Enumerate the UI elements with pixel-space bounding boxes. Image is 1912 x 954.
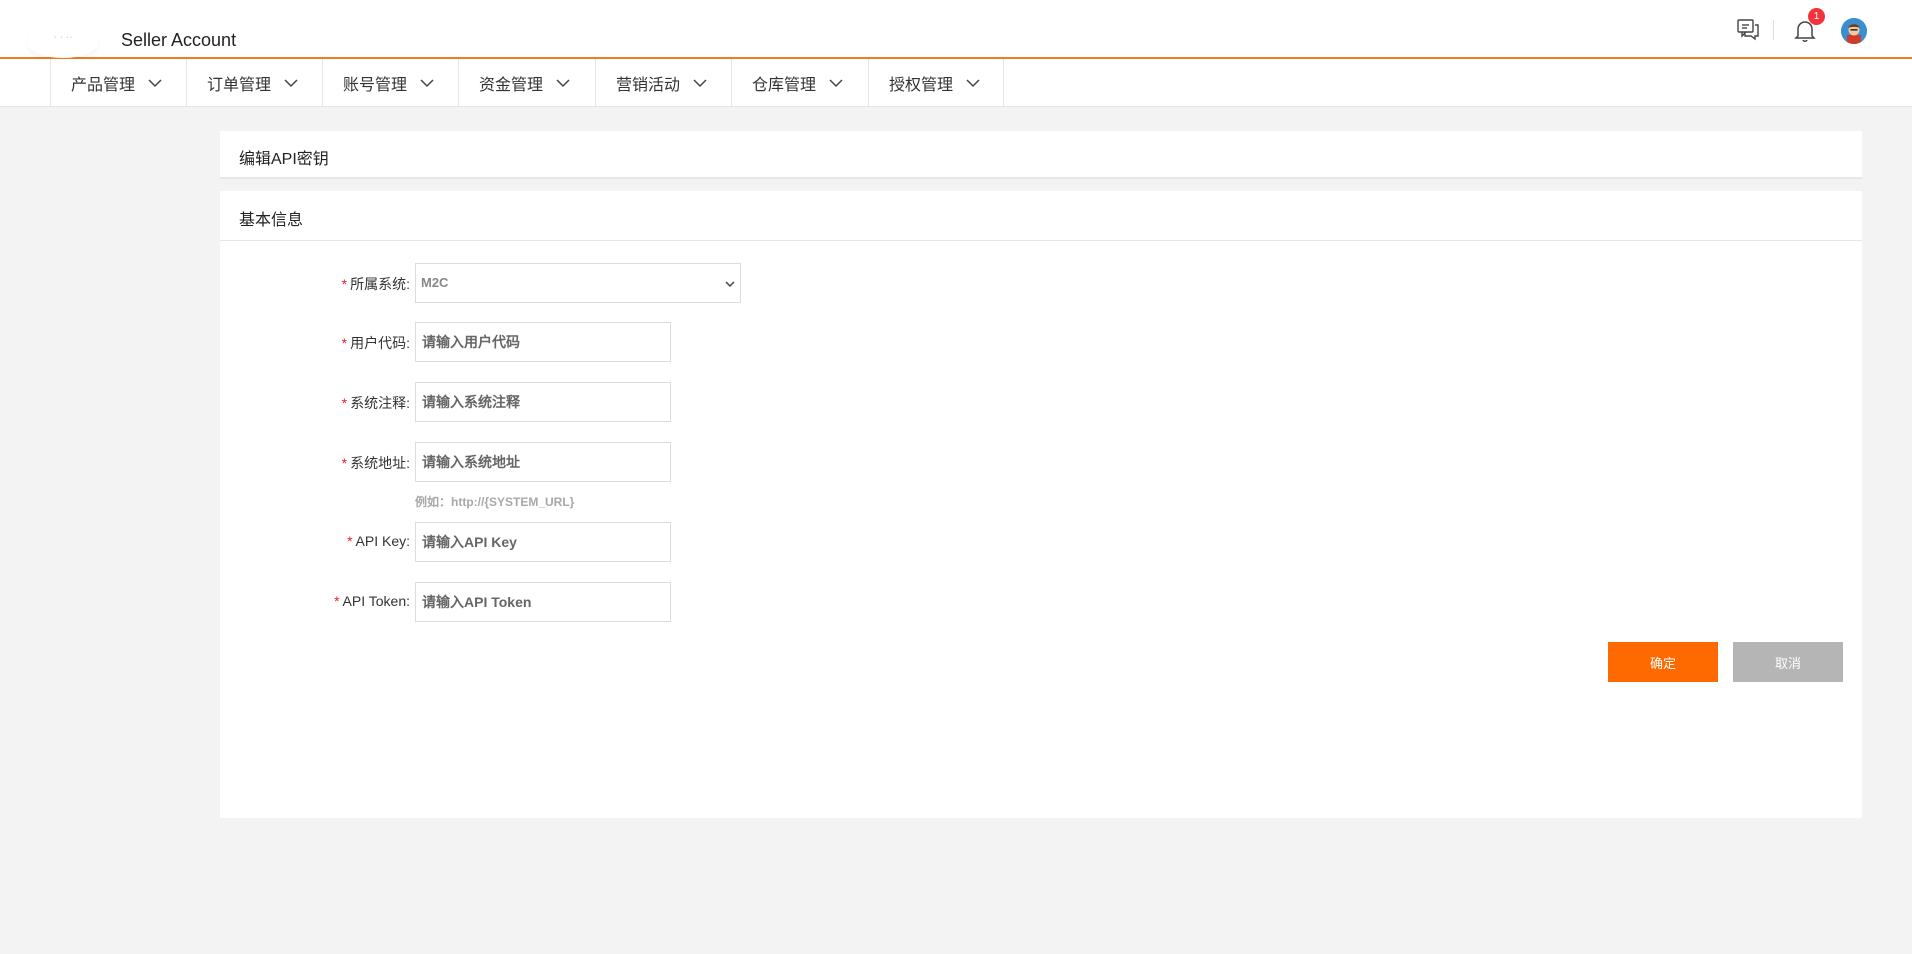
nav-item-label: 营销活动 [616,76,681,94]
nav-item-label: 仓库管理 [752,76,817,94]
nav-item-label: 资金管理 [479,76,544,94]
section-title: 基本信息 [239,212,304,229]
required-mark: * [341,276,348,292]
required-mark: * [341,395,348,411]
required-mark: * [341,455,348,471]
nav-item-account[interactable]: 账号管理 [322,59,458,106]
required-mark: * [341,335,348,351]
main-nav: 产品管理 订单管理 账号管理 资金管理 营销活动 仓库管理 授权管理 [0,59,1912,107]
system-label: * 所属系统: [220,274,410,294]
api-token-label: * API Token: [220,593,410,609]
chevron-down-icon [966,78,980,87]
chevron-down-icon [829,78,843,87]
system-select[interactable]: M2C [415,263,741,303]
page-title-card: 编辑API密钥 [220,131,1862,179]
chevron-down-icon [148,78,162,87]
api-token-input[interactable] [415,582,671,622]
system-select-value: M2C [421,275,449,290]
system-url-label: * 系统地址: [220,453,410,473]
nav-item-warehouse[interactable]: 仓库管理 [731,59,867,106]
page-title: 编辑API密钥 [239,151,329,168]
chevron-down-icon [693,78,707,87]
chevron-down-icon [284,78,298,87]
api-key-input[interactable] [415,522,671,562]
chevron-down-icon [420,78,434,87]
nav-item-marketing[interactable]: 营销活动 [595,59,731,106]
chevron-down-icon [556,78,570,87]
api-key-label-text: API Key: [355,533,410,549]
brand-logo[interactable]: · · ·· [28,22,98,58]
system-url-input[interactable] [415,442,671,482]
user-code-input[interactable] [415,322,671,362]
api-token-label-text: API Token: [342,593,410,609]
messages-icon[interactable] [1736,18,1760,42]
api-key-label: * API Key: [220,533,410,549]
system-note-label: * 系统注释: [220,393,410,413]
form-card: 基本信息 *所属系统: M2C *用户代码: *系统注释: *系统地址: 例如：… [220,191,1862,818]
system-label-text: 所属系统: [350,276,410,292]
system-url-hint: 例如：http://{SYSTEM_URL} [415,495,575,509]
section-header: 基本信息 [220,191,1862,241]
user-avatar[interactable] [1841,18,1867,44]
system-note-input[interactable] [415,382,671,422]
app-title: Seller Account [121,30,237,50]
required-mark: * [347,533,353,549]
nav-item-order[interactable]: 订单管理 [186,59,322,106]
confirm-button[interactable]: 确定 [1608,642,1718,682]
system-url-label-text: 系统地址: [350,455,410,471]
user-code-label: * 用户代码: [220,333,410,353]
nav-item-label: 账号管理 [343,76,408,94]
nav-item-authorization[interactable]: 授权管理 [868,59,1004,106]
required-mark: * [334,593,340,609]
notification-badge: 1 [1808,8,1825,25]
nav-item-label: 产品管理 [71,76,136,94]
system-note-label-text: 系统注释: [350,395,410,411]
user-code-label-text: 用户代码: [350,335,410,351]
nav-item-funds[interactable]: 资金管理 [458,59,594,106]
cancel-button[interactable]: 取消 [1733,642,1843,682]
nav-item-product[interactable]: 产品管理 [50,59,186,106]
chevron-down-icon [725,281,735,288]
logo-text: · · ·· [54,34,74,41]
nav-item-label: 订单管理 [207,76,272,94]
header-divider [1773,20,1774,40]
nav-item-label: 授权管理 [889,76,954,94]
top-header: · · ·· Seller Account 1 [0,0,1912,59]
avatar-icon [1841,18,1867,44]
